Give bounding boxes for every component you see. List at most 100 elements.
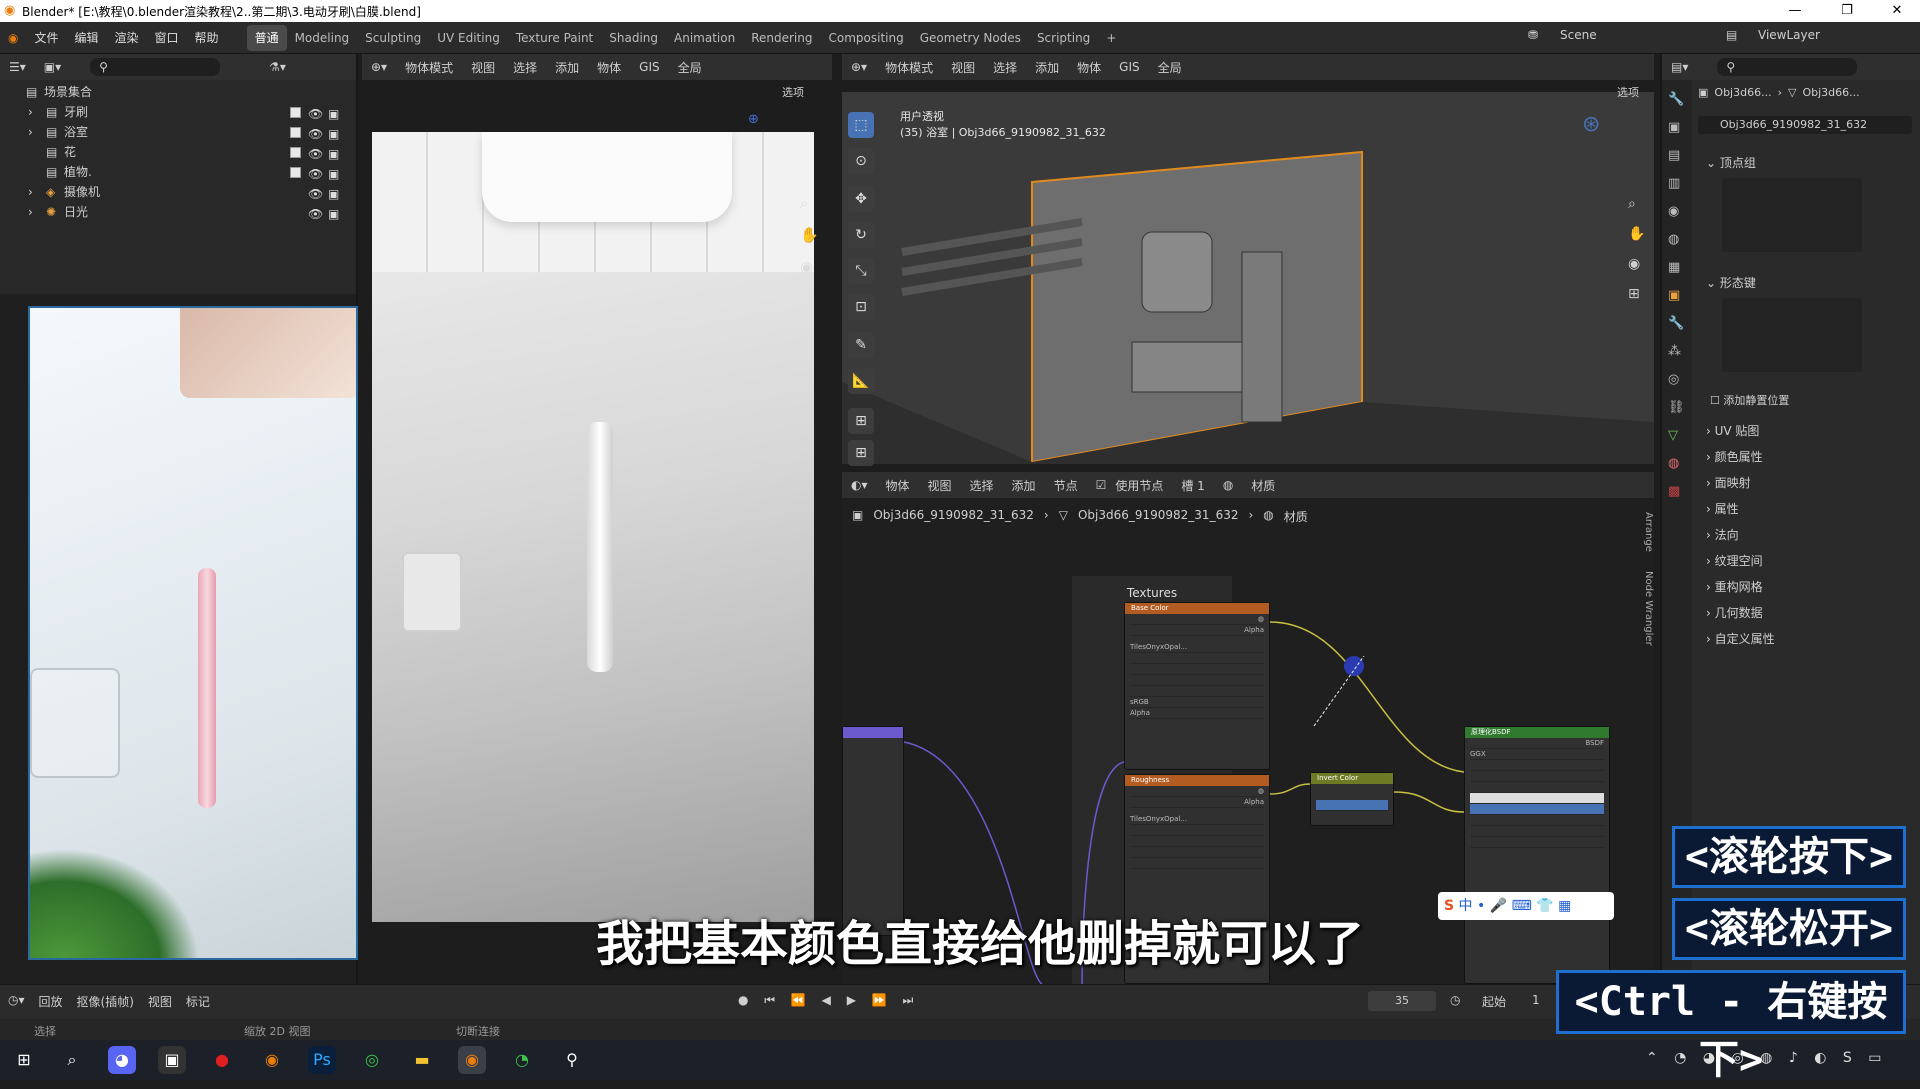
options-button[interactable]: 选项: [782, 84, 804, 100]
discord-icon[interactable]: ◕: [108, 1046, 136, 1074]
record-icon[interactable]: ●: [208, 1046, 236, 1074]
mode-select[interactable]: 物体模式: [876, 59, 942, 76]
menu-select[interactable]: 选择: [504, 59, 546, 76]
section-texture-space[interactable]: › 纹理空间: [1692, 548, 1920, 574]
menu-view[interactable]: 视图: [148, 993, 172, 1010]
3d-viewport[interactable]: ⊕▾ 物体模式 视图 选择 添加 物体 GIS 全局 选项 用户透视 (35) …: [842, 54, 1654, 464]
cursor-tool-icon[interactable]: ⊙: [848, 148, 874, 174]
menu-object[interactable]: 物体: [1068, 59, 1110, 76]
exclude-checkbox[interactable]: [290, 107, 301, 118]
workspace-tab-sculpting[interactable]: Sculpting: [357, 25, 429, 51]
render-camera-icon[interactable]: ▣: [328, 124, 339, 144]
menu-playback[interactable]: 回放: [39, 993, 63, 1010]
outliner-item[interactable]: ▤ 植物. 👁 ▣: [0, 162, 358, 182]
zoom-icon[interactable]: ⌕: [800, 194, 808, 212]
data-tab-icon[interactable]: ▽: [1668, 422, 1686, 450]
outliner-root[interactable]: ▤ 场景集合: [0, 82, 358, 102]
transform-orientation-select[interactable]: 全局: [1149, 59, 1191, 76]
outliner-search-input[interactable]: ⚲: [90, 58, 221, 76]
modifier-tab-icon[interactable]: 🔧: [1668, 310, 1686, 338]
maximize-button[interactable]: ❐: [1824, 0, 1870, 22]
editor-type-icon[interactable]: ⊕▾: [842, 60, 876, 74]
pan-hand-icon[interactable]: ✋: [800, 226, 819, 244]
workspace-tab-modeling[interactable]: Modeling: [287, 25, 358, 51]
render-camera-icon[interactable]: ▣: [328, 204, 339, 224]
expand-icon[interactable]: ›: [28, 102, 33, 122]
view-layer-tab-icon[interactable]: ▥: [1668, 170, 1686, 198]
clock-icon[interactable]: ◷: [1450, 993, 1460, 1007]
expand-icon[interactable]: ›: [28, 182, 33, 202]
workspace-tab-rendering[interactable]: Rendering: [743, 25, 820, 51]
visibility-eye-icon[interactable]: 👁: [308, 204, 323, 224]
tab-arrange[interactable]: Arrange: [1643, 512, 1654, 552]
section-uv-maps[interactable]: › UV 贴图: [1692, 418, 1920, 444]
search-icon[interactable]: ⌕: [58, 1046, 86, 1074]
view-layer-icon[interactable]: ▤: [1726, 28, 1737, 42]
section-face-maps[interactable]: › 面映射: [1692, 470, 1920, 496]
rotate-tool-icon[interactable]: ↻: [848, 222, 874, 248]
add-rest-position-checkbox[interactable]: ☐ 添加静置位置: [1710, 392, 1789, 408]
transform-tool-icon[interactable]: ⊡: [848, 294, 874, 320]
expand-icon[interactable]: ›: [28, 122, 33, 142]
menu-help[interactable]: 帮助: [187, 22, 227, 54]
workspace-tab-uv[interactable]: UV Editing: [429, 25, 508, 51]
blender-menu-icon[interactable]: ◉: [0, 22, 26, 54]
section-custom-properties[interactable]: › 自定义属性: [1692, 626, 1920, 652]
windows-start-icon[interactable]: ⊞: [10, 1046, 38, 1074]
move-tool-icon[interactable]: ✥: [848, 186, 874, 212]
screen-recorder-icon[interactable]: ▣: [158, 1046, 186, 1074]
menu-gis[interactable]: GIS: [1110, 60, 1148, 74]
section-remesh[interactable]: › 重构网格: [1692, 574, 1920, 600]
menu-window[interactable]: 窗口: [147, 22, 187, 54]
visibility-eye-icon[interactable]: 👁: [308, 184, 323, 204]
properties-search-input[interactable]: ⚲: [1717, 58, 1858, 76]
grid-view-icon[interactable]: ⊞: [1628, 286, 1640, 302]
browser-icon[interactable]: ◎: [358, 1046, 386, 1074]
exclude-checkbox[interactable]: [290, 127, 301, 138]
add-object-tool-icon-2[interactable]: ⊞: [848, 440, 874, 466]
photoshop-icon[interactable]: Ps: [308, 1046, 336, 1074]
workspace-tab-layout[interactable]: 普通: [246, 24, 287, 51]
shape-key-list[interactable]: [1722, 298, 1862, 372]
add-object-tool-icon[interactable]: ⊞: [848, 408, 874, 434]
section-attributes[interactable]: › 属性: [1692, 496, 1920, 522]
outliner-item[interactable]: › ▤ 浴室 👁 ▣: [0, 122, 358, 142]
scene-icon[interactable]: ⛃: [1528, 28, 1538, 42]
add-workspace-button[interactable]: +: [1098, 25, 1124, 51]
annotate-tool-icon[interactable]: ✎: [848, 332, 874, 358]
view-layer-name[interactable]: ViewLayer: [1758, 28, 1820, 42]
workspace-tab-shading[interactable]: Shading: [601, 25, 666, 51]
sogou-icon[interactable]: S: [1444, 898, 1454, 914]
display-mode-icon[interactable]: ▣▾: [35, 60, 70, 74]
visibility-eye-icon[interactable]: 👁: [308, 104, 323, 124]
constraints-tab-icon[interactable]: ⛓: [1668, 394, 1686, 422]
workspace-tab-geometry-nodes[interactable]: Geometry Nodes: [912, 25, 1029, 51]
render-camera-icon[interactable]: ▣: [328, 144, 339, 164]
editor-type-icon[interactable]: ⊕▾: [362, 60, 396, 74]
visibility-eye-icon[interactable]: 👁: [308, 144, 323, 164]
menu-render[interactable]: 渲染: [107, 22, 147, 54]
menu-select[interactable]: 选择: [984, 59, 1026, 76]
outliner-item[interactable]: › ◈ 摄像机 👁 ▣: [0, 182, 358, 202]
visibility-eye-icon[interactable]: 👁: [308, 164, 323, 184]
editor-type-icon[interactable]: ☰▾: [0, 60, 35, 74]
section-shape-keys[interactable]: ⌄ 形态键: [1692, 270, 1920, 296]
section-normals[interactable]: › 法向: [1692, 522, 1920, 548]
minimize-button[interactable]: —: [1772, 0, 1818, 22]
section-color-attributes[interactable]: › 颜色属性: [1692, 444, 1920, 470]
scale-tool-icon[interactable]: ⤡: [848, 258, 874, 284]
menu-object[interactable]: 物体: [588, 59, 630, 76]
navigation-gizmo[interactable]: ⊕: [748, 112, 759, 127]
output-tab-icon[interactable]: ▤: [1668, 142, 1686, 170]
ime-toolbar[interactable]: S 中 • 🎤 ⌨ 👕 ▦: [1438, 892, 1614, 920]
physics-tab-icon[interactable]: ◎: [1668, 366, 1686, 394]
current-frame-field[interactable]: 35: [1368, 991, 1436, 1011]
camera-view-icon[interactable]: ◉: [1628, 256, 1640, 272]
outliner-item[interactable]: › ✺ 日光 👁 ▣: [0, 202, 358, 222]
render-camera-icon[interactable]: ▣: [328, 184, 339, 204]
particles-tab-icon[interactable]: ⁂: [1668, 338, 1686, 366]
menu-gis[interactable]: GIS: [630, 60, 668, 74]
vertex-group-list[interactable]: [1722, 178, 1862, 252]
visibility-eye-icon[interactable]: 👁: [308, 124, 323, 144]
menu-edit[interactable]: 编辑: [67, 22, 107, 54]
